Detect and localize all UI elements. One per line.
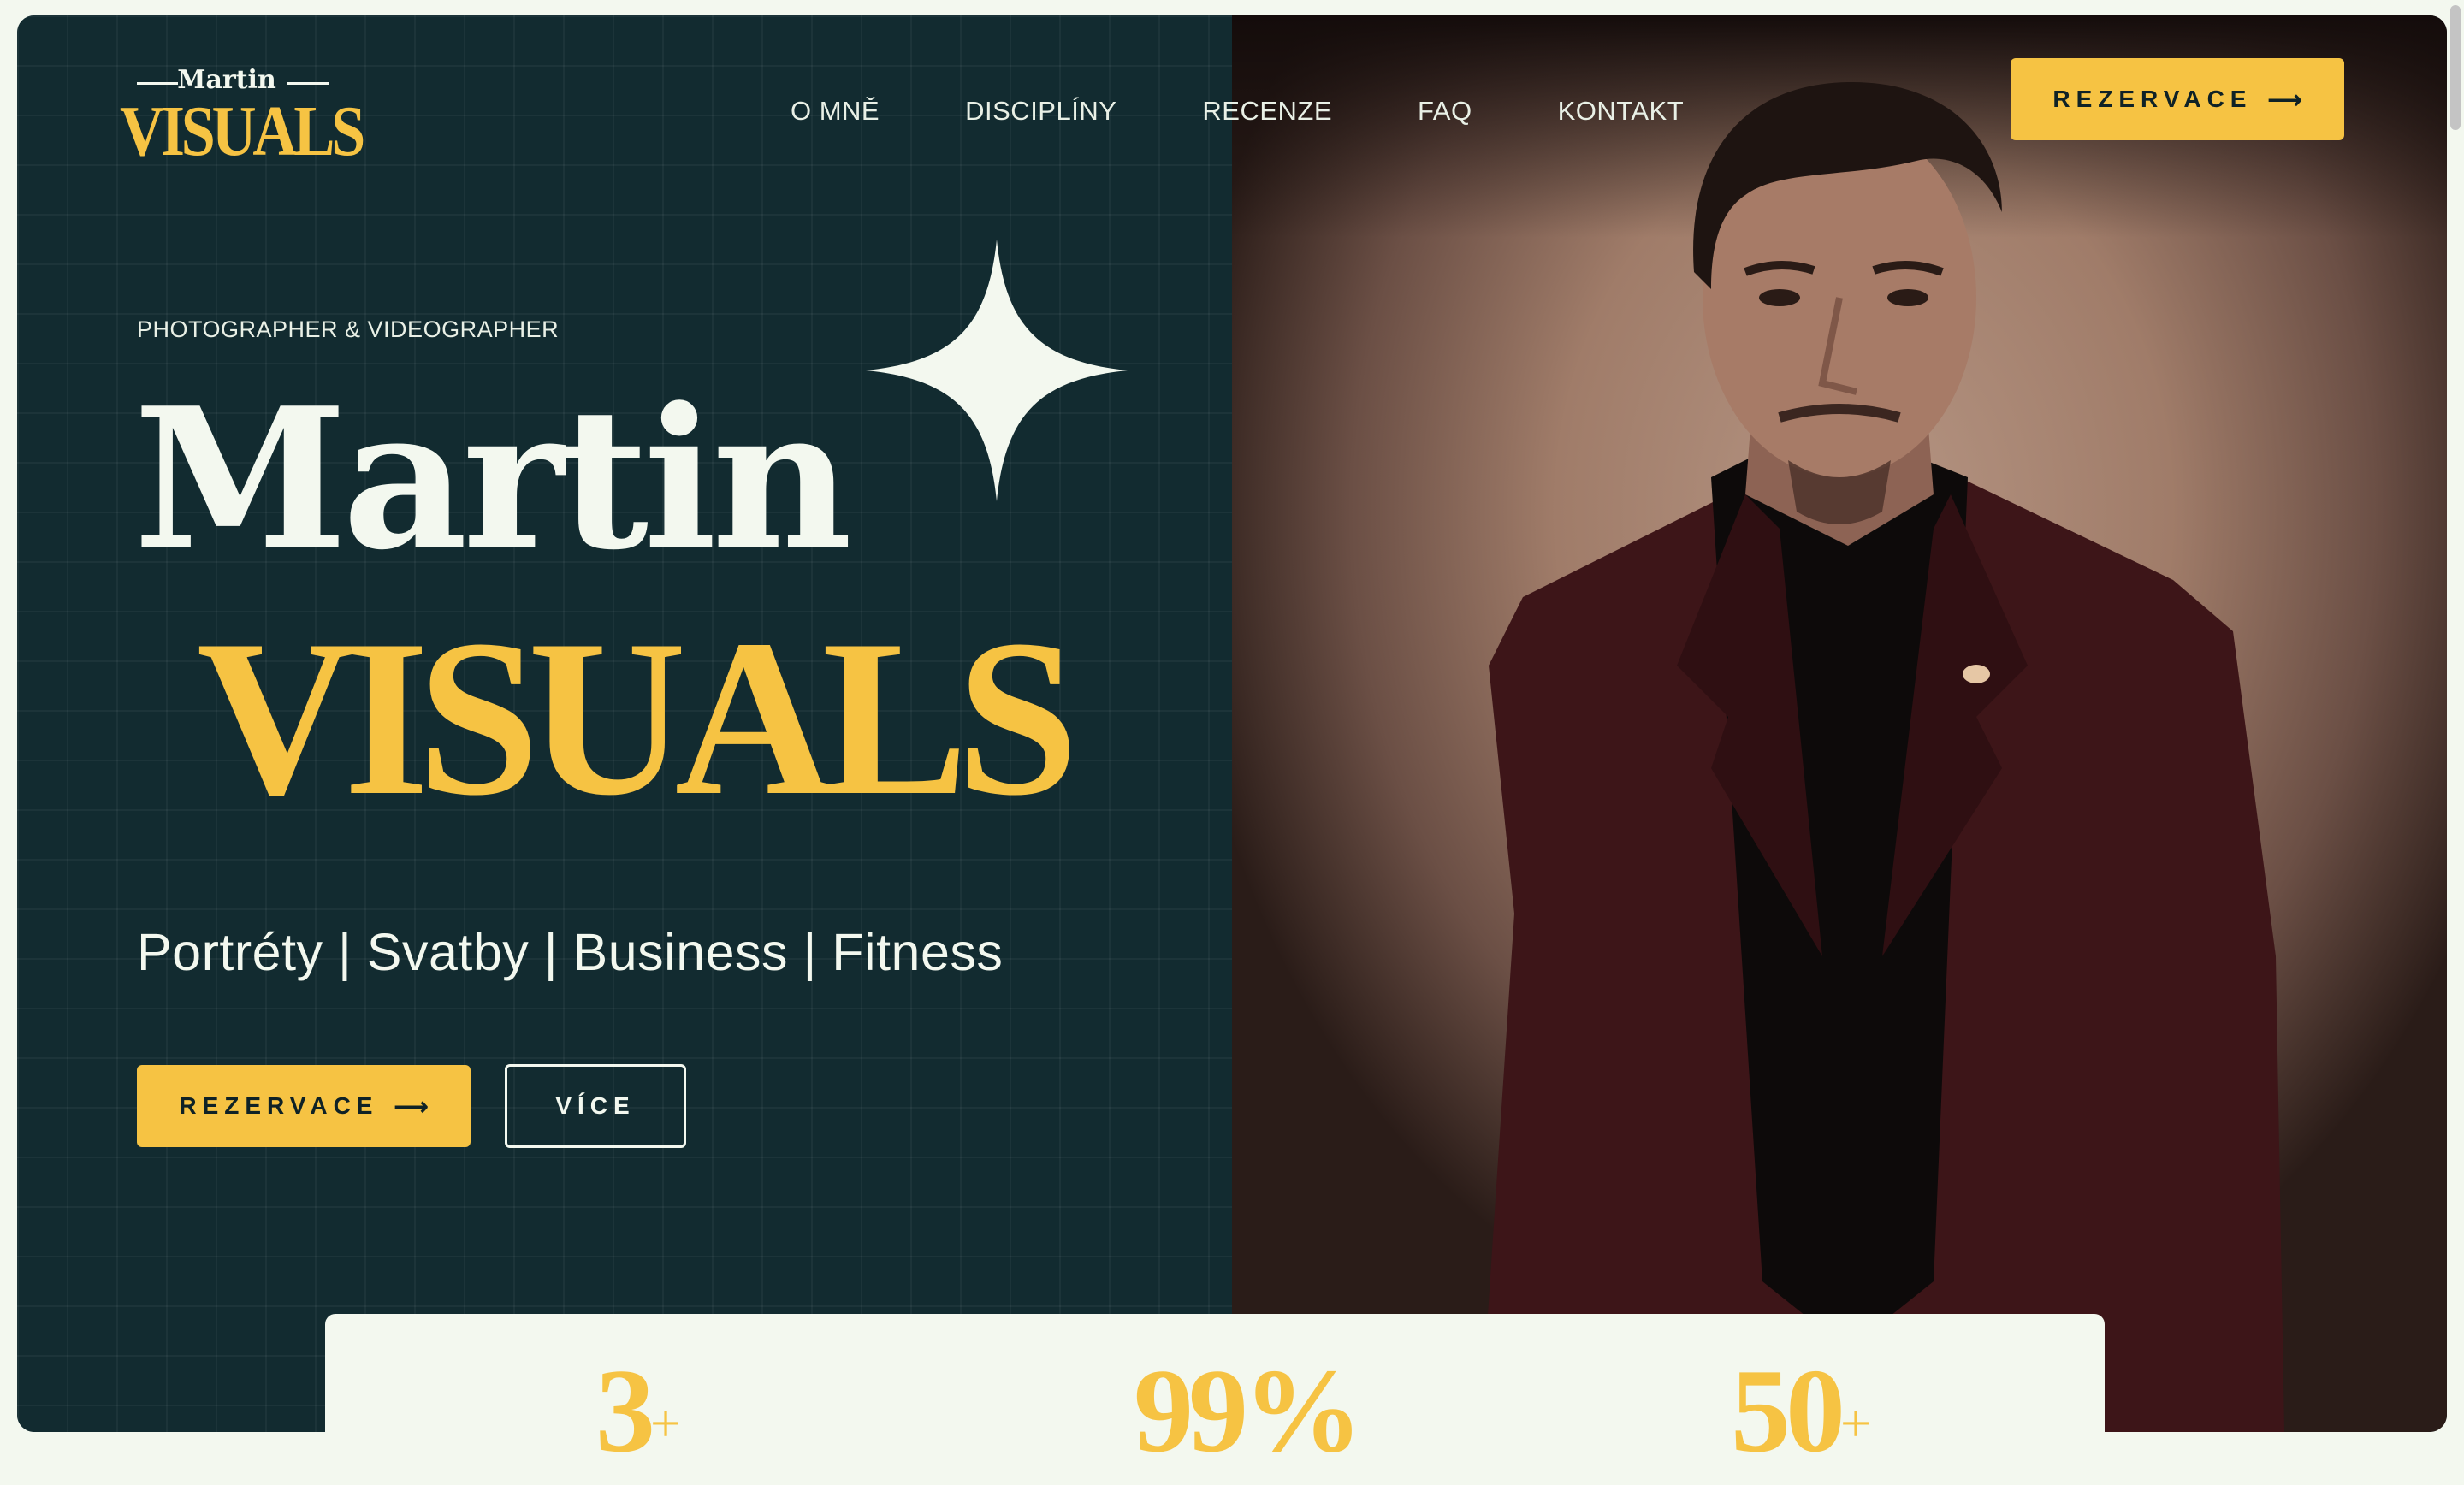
sparkle-icon (866, 240, 1128, 501)
scrollbar[interactable] (2445, 0, 2464, 1447)
nav-item-o-mne[interactable]: O MNĚ (791, 96, 880, 127)
site-logo[interactable]: Martin VISUALS (120, 53, 365, 168)
hero-title-first: Martin (133, 366, 852, 593)
nav-item-recenze[interactable]: RECENZE (1202, 96, 1332, 127)
arrow-right-icon: ⟶ (394, 1092, 429, 1120)
stat-satisfaction-value: 99% (1134, 1345, 1363, 1477)
stat-satisfaction: 99% (1134, 1352, 1363, 1471)
stat-clients: 50+ (1731, 1352, 1871, 1471)
hero-tagline: Portréty | Svatby | Business | Fitness (137, 923, 1004, 981)
header-reservation-button[interactable]: REZERVACE ⟶ (2011, 58, 2344, 140)
nav-item-discipliny[interactable]: DISCIPLÍNY (965, 96, 1116, 127)
nav-item-kontakt[interactable]: KONTAKT (1558, 96, 1685, 127)
hero-title-second: VISUALS (197, 594, 1079, 842)
stat-years-suffix: + (650, 1393, 682, 1453)
arrow-right-icon: ⟶ (2267, 86, 2302, 113)
hero-reservation-label: REZERVACE (179, 1092, 379, 1119)
logo-main-text: VISUALS (120, 92, 365, 171)
portrait-photo (1232, 15, 2447, 1432)
hero-eyebrow: PHOTOGRAPHER & VIDEOGRAPHER (137, 317, 560, 342)
more-button-label: VÍCE (555, 1092, 636, 1119)
nav-item-faq[interactable]: FAQ (1418, 96, 1472, 127)
logo-top-text: Martin (177, 65, 276, 95)
hero-reservation-button[interactable]: REZERVACE ⟶ (137, 1065, 471, 1147)
hero-section: Martin VISUALS O MNĚ DISCIPLÍNY RECENZE … (17, 15, 2447, 1432)
stat-years-value: 3 (595, 1345, 655, 1477)
stat-clients-value: 50 (1731, 1345, 1845, 1477)
more-button[interactable]: VÍCE (505, 1064, 686, 1148)
header-reservation-label: REZERVACE (2052, 86, 2253, 112)
stat-years: 3+ (595, 1352, 681, 1471)
scrollbar-thumb[interactable] (2450, 5, 2461, 130)
portrait-figure (1480, 81, 2284, 1432)
stats-card: 3+ 99% 50+ (325, 1314, 2105, 1485)
stat-clients-suffix: + (1840, 1393, 1872, 1453)
main-nav: O MNĚ DISCIPLÍNY RECENZE FAQ KONTAKT (791, 96, 1684, 127)
